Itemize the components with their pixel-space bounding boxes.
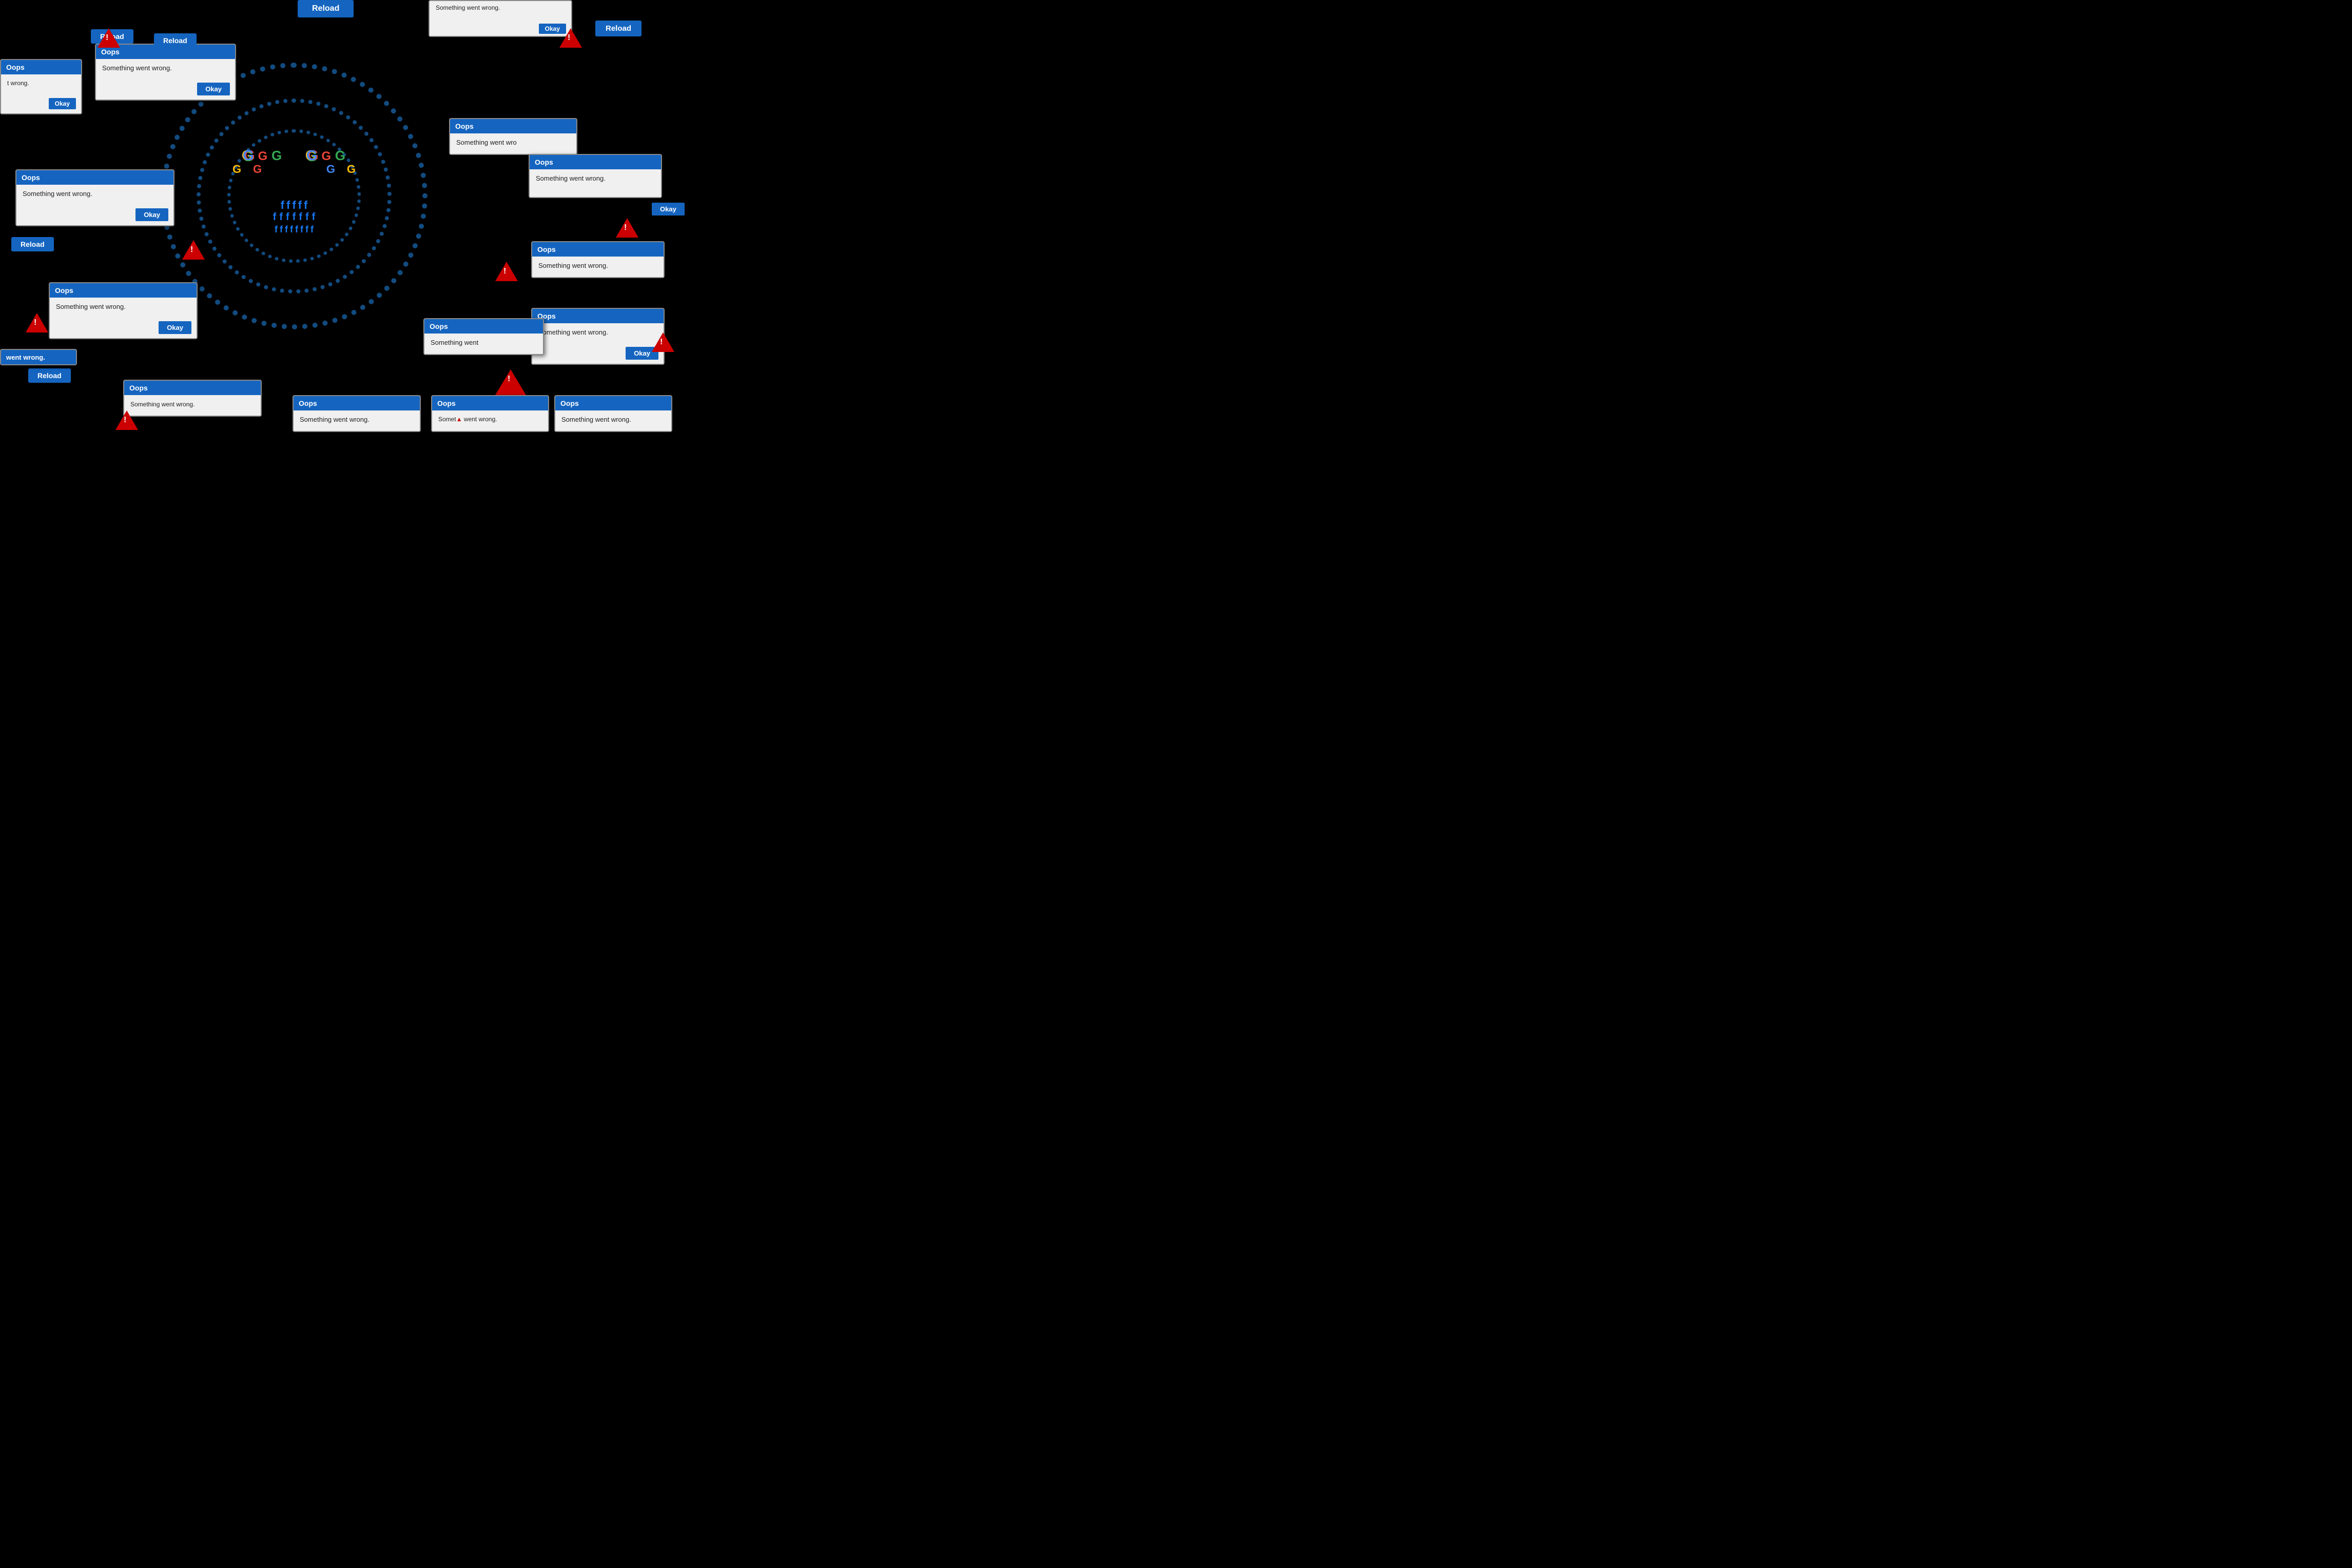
dialog-right-3: Oops Something went wrong.: [531, 241, 665, 278]
dialog-right-3-message: Something went wrong.: [538, 262, 608, 269]
dialog-lower-left-2-title: Oops: [129, 384, 148, 392]
dialog-1-title: Oops: [101, 48, 120, 56]
warning-triangle-top-right: [559, 28, 582, 48]
dialog-right-2: Oops Something went wrong.: [529, 154, 662, 198]
dialog-right-3-title: Oops: [537, 245, 556, 253]
warning-triangle-3: [26, 313, 48, 332]
reload-button-top-center[interactable]: Reload: [298, 0, 354, 17]
reload-button-topleft[interactable]: Reload: [154, 33, 197, 48]
dialog-bottom-center-message: Something went wrong.: [300, 416, 370, 423]
dialog-bottom-right-body: Something went wrong.: [555, 410, 671, 431]
dialog-3-title: Oops: [55, 286, 73, 295]
dialog-bottom-center-right: Oops Somet▲ went wrong.: [431, 395, 549, 432]
dialog-right-1-body: Something went wro: [450, 133, 576, 154]
dialog-top-right: Something went wrong. Okay: [429, 0, 572, 37]
dialog-2-body: Something went wrong.: [16, 185, 173, 205]
dialog-center-right-1-body: Something went: [424, 334, 543, 354]
dialog-partial-left-title: Oops: [6, 63, 25, 71]
dialog-bottom-center-title: Oops: [299, 399, 317, 407]
dialog-partial-left-header: Oops: [1, 60, 81, 74]
warning-triangle-bottom: [115, 410, 138, 430]
reload-button-lower-left[interactable]: Reload: [28, 368, 71, 383]
dialog-bottom-center-right-body: Somet▲ went wrong.: [432, 410, 548, 431]
dialog-1-message: Something went wrong.: [102, 64, 172, 72]
dialog-bottom-right-message: Something went wrong.: [561, 416, 631, 423]
dialog-right-2-footer: [530, 190, 661, 197]
dialog-3: Oops Something went wrong. Okay: [49, 282, 198, 339]
dialog-2-message: Something went wrong.: [23, 190, 92, 198]
dialog-2: Oops Something went wrong. Okay Reload: [15, 169, 174, 226]
dialog-bottom-right: Oops Something went wrong.: [554, 395, 672, 432]
dialog-2-okay[interactable]: Okay: [135, 208, 168, 221]
dialog-bottom-left-header: went wrong.: [1, 350, 76, 364]
dialog-right-2-message: Something went wrong.: [536, 174, 606, 182]
dialog-center-right-1: Oops Something went: [423, 318, 544, 355]
dialog-bottom-center-right-title: Oops: [437, 399, 456, 407]
warning-triangle-center-lower: [495, 262, 518, 281]
dialog-lower-left-2-header: Oops: [124, 381, 261, 395]
dialog-right-1: Oops Something went wro: [449, 118, 577, 155]
dialog-1-okay-button[interactable]: Okay: [197, 83, 230, 95]
dialog-lower-left-2-body: Something went wrong.: [124, 395, 261, 416]
warning-triangle-2: [182, 240, 205, 260]
reload-button-top-right[interactable]: Reload: [595, 21, 642, 36]
dialog-center-right-1-title: Oops: [430, 322, 448, 330]
dialog-right-2-body: Something went wrong.: [530, 169, 661, 190]
dialog-lower-left-2: Oops Something went wrong.: [123, 380, 262, 417]
dialog-2-header: Oops: [16, 170, 173, 185]
dialog-right-2-header: Oops: [530, 155, 661, 169]
dialog-partial-left: Oops t wrong. Okay: [0, 59, 82, 114]
dialog-bottom-center-right-header: Oops: [432, 396, 548, 410]
dialog-1-body: Something went wrong.: [96, 59, 235, 80]
dialog-right-1-header: Oops: [450, 119, 576, 133]
dialog-1: Oops Something went wrong. Okay Reload: [95, 44, 236, 101]
dialog-bottom-left: went wrong.: [0, 349, 77, 365]
dialog-right-4-message: Something went wrong.: [538, 328, 608, 336]
dialog-bottom-center: Oops Something went wrong.: [293, 395, 421, 432]
dialog-bottom-center-header: Oops: [294, 396, 420, 410]
dialog-right-4-header: Oops: [532, 309, 664, 323]
dialog-2-reload[interactable]: Reload: [11, 237, 54, 251]
dialog-bottom-center-body: Something went wrong.: [294, 410, 420, 431]
dialog-right-2-title: Oops: [535, 158, 553, 166]
dialog-partial-left-okay[interactable]: Okay: [49, 98, 76, 109]
dialog-right-3-header: Oops: [532, 242, 664, 257]
warning-triangle-right-2: [652, 332, 674, 352]
dialog-3-body: Something went wrong.: [50, 298, 197, 318]
dialog-right-1-title: Oops: [455, 122, 474, 130]
dialog-3-footer: Okay: [50, 318, 197, 338]
dialog-bottom-right-header: Oops: [555, 396, 671, 410]
dialog-right-4: Oops Something went wrong. Okay: [531, 308, 665, 365]
dialog-partial-left-footer: Okay: [1, 95, 81, 113]
dialog-2-footer: Okay: [16, 205, 173, 225]
dialog-2-title: Oops: [22, 173, 40, 182]
warning-triangle-right-1: [616, 218, 638, 238]
dialog-3-message: Something went wrong.: [56, 303, 126, 310]
dialog-top-right-body: Something went wrong.: [430, 1, 571, 22]
dialog-3-okay[interactable]: Okay: [159, 321, 191, 334]
dialog-bottom-right-title: Oops: [560, 399, 579, 407]
okay-button-floating-right[interactable]: Okay: [652, 203, 685, 215]
dialog-partial-left-body: t wrong.: [1, 74, 81, 95]
warning-triangle-large-center: [495, 369, 526, 395]
dialog-3-header: Oops: [50, 283, 197, 298]
dialog-right-4-body: Something went wrong.: [532, 323, 664, 344]
warning-triangle-1: [98, 28, 120, 48]
dialog-right-4-footer: Okay: [532, 344, 664, 364]
dialog-1-footer: Okay: [96, 80, 235, 100]
dialog-center-right-1-header: Oops: [424, 319, 543, 334]
dialog-right-3-body: Something went wrong.: [532, 257, 664, 277]
